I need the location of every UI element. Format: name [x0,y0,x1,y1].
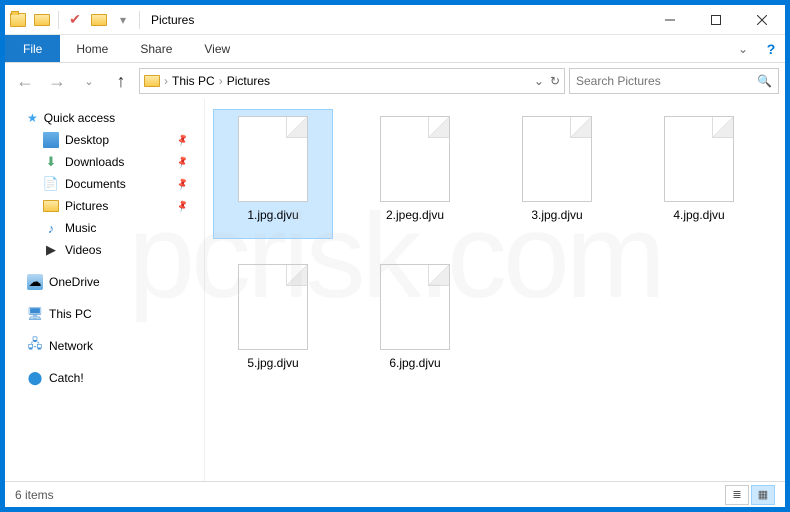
file-icon [522,116,592,202]
search-icon[interactable]: 🔍 [757,74,772,88]
file-item[interactable]: 5.jpg.djvu [213,257,333,387]
address-bar[interactable]: › This PC › Pictures ⌄ ↻ [139,68,565,94]
music-icon: ♪ [43,220,59,236]
file-icon [380,264,450,350]
window-title: Pictures [151,13,194,27]
thumbnails-view-button[interactable]: ▦ [751,485,775,505]
file-name: 3.jpg.djvu [531,208,582,222]
pictures-icon [43,198,59,214]
window-controls [647,5,785,35]
file-icon [664,116,734,202]
file-item[interactable]: 1.jpg.djvu [213,109,333,239]
sidebar-this-pc[interactable]: 🖥 This PC [9,303,200,325]
body: ★ Quick access Desktop ⬇ Downloads 📄 Doc… [5,99,785,481]
file-item[interactable]: 4.jpg.djvu [639,109,759,239]
maximize-button[interactable] [693,5,739,35]
folder-icon[interactable] [88,9,110,31]
file-name: 4.jpg.djvu [673,208,724,222]
catch-icon: ⬤ [27,370,43,386]
refresh-icon[interactable]: ↻ [550,74,560,88]
sidebar-onedrive[interactable]: ☁ OneDrive [9,271,200,293]
file-item[interactable]: 2.jpeg.djvu [355,109,475,239]
file-item[interactable]: 3.jpg.djvu [497,109,617,239]
properties-icon[interactable] [31,9,53,31]
chevron-right-icon[interactable]: › [219,74,223,88]
star-icon: ★ [27,111,38,125]
file-icon [238,116,308,202]
forward-button[interactable]: → [43,67,71,95]
sidebar-item-music[interactable]: ♪ Music [9,217,200,239]
separator [58,11,59,29]
search-input[interactable] [576,74,757,88]
file-icon [380,116,450,202]
network-icon: 🖧 [27,338,43,354]
file-name: 1.jpg.djvu [247,208,298,222]
explorer-icon[interactable] [7,9,29,31]
separator [139,11,140,29]
sidebar-item-downloads[interactable]: ⬇ Downloads [9,151,200,173]
sidebar-network[interactable]: 🖧 Network [9,335,200,357]
close-button[interactable] [739,5,785,35]
sidebar-item-desktop[interactable]: Desktop [9,129,200,151]
file-name: 6.jpg.djvu [389,356,440,370]
sidebar-item-documents[interactable]: 📄 Documents [9,173,200,195]
breadcrumb-pictures[interactable]: Pictures [227,74,270,88]
help-icon[interactable]: ? [757,35,785,62]
file-name: 2.jpeg.djvu [386,208,444,222]
tab-view[interactable]: View [188,35,246,62]
file-view[interactable]: 1.jpg.djvu 2.jpeg.djvu 3.jpg.djvu 4.jpg.djv… [205,99,785,481]
expand-ribbon-icon[interactable]: ⌄ [729,35,757,62]
sidebar-item-videos[interactable]: ▶ Videos [9,239,200,261]
file-icon [238,264,308,350]
desktop-icon [43,132,59,148]
pictures-icon [144,73,160,89]
back-button[interactable]: ← [11,67,39,95]
tab-share[interactable]: Share [124,35,188,62]
titlebar: ✔ ▾ Pictures [5,5,785,35]
onedrive-icon: ☁ [27,274,43,290]
qat-customize-dropdown[interactable]: ▾ [112,9,134,31]
sidebar-item-pictures[interactable]: Pictures [9,195,200,217]
file-name: 5.jpg.djvu [247,356,298,370]
downloads-icon: ⬇ [43,154,59,170]
ribbon: File Home Share View ⌄ ? [5,35,785,63]
explorer-window: ✔ ▾ Pictures File Home Share View ⌄ ? [4,4,786,508]
sidebar-catch[interactable]: ⬤ Catch! [9,367,200,389]
chevron-right-icon[interactable]: › [164,74,168,88]
sidebar-quick-access[interactable]: ★ Quick access [9,107,200,129]
documents-icon: 📄 [43,176,59,192]
status-count: 6 items [15,488,54,502]
minimize-button[interactable] [647,5,693,35]
details-view-button[interactable]: ≣ [725,485,749,505]
check-icon[interactable]: ✔ [64,9,86,31]
address-dropdown-icon[interactable]: ⌄ [534,74,544,88]
navigation-pane[interactable]: ★ Quick access Desktop ⬇ Downloads 📄 Doc… [5,99,205,481]
up-button[interactable]: ↑ [107,67,135,95]
breadcrumb-thispc[interactable]: This PC [172,74,215,88]
recent-dropdown[interactable]: ⌄ [75,67,103,95]
search-box[interactable]: 🔍 [569,68,779,94]
address-row: ← → ⌄ ↑ › This PC › Pictures ⌄ ↻ 🔍 [5,63,785,99]
statusbar: 6 items ≣ ▦ [5,481,785,507]
file-tab[interactable]: File [5,35,60,62]
pc-icon: 🖥 [27,306,43,322]
videos-icon: ▶ [43,242,59,258]
tab-home[interactable]: Home [60,35,124,62]
quick-access-toolbar: ✔ ▾ Pictures [5,9,194,31]
file-item[interactable]: 6.jpg.djvu [355,257,475,387]
